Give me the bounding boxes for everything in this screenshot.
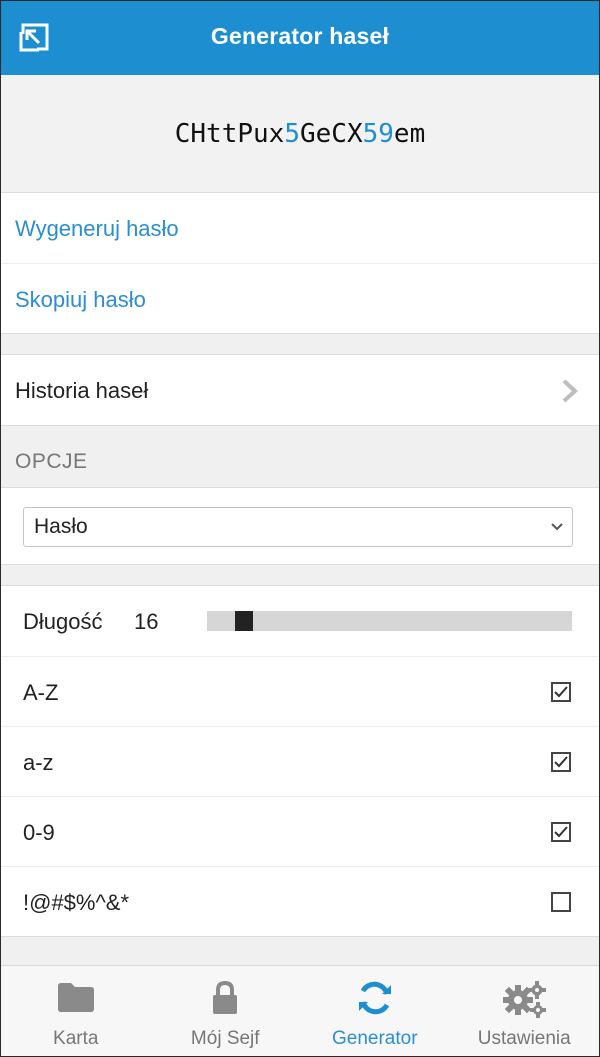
password-part: em [393, 118, 426, 149]
length-slider[interactable] [207, 611, 572, 631]
tab-karta[interactable]: Karta [1, 966, 151, 1056]
tab-label: Karta [53, 1028, 99, 1049]
select-value: Hasło [34, 515, 88, 538]
uppercase-checkbox[interactable] [551, 682, 571, 702]
copy-password-button[interactable]: Skopiuj hasło [1, 263, 599, 333]
generate-password-button[interactable]: Wygeneruj hasło [1, 193, 599, 263]
option-label: A-Z [23, 680, 59, 705]
header-bar: Generator haseł [1, 1, 599, 75]
password-part: GeCX [299, 118, 363, 149]
checkmark-icon [554, 826, 568, 838]
chevron-right-icon [562, 379, 578, 403]
password-part: 59 [362, 118, 394, 149]
tab-generator[interactable]: Generator [300, 966, 450, 1056]
options-section-label: OPCJE [15, 450, 88, 473]
length-label: Długość [23, 609, 103, 634]
option-label: !@#$%^&* [23, 890, 130, 915]
length-row: Długość 16 [1, 586, 599, 656]
tab-moj-sejf[interactable]: Mój Sejf [151, 966, 301, 1056]
refresh-icon [358, 981, 391, 1015]
checkmark-icon [554, 756, 568, 768]
options-list: Długość 16 A-Z a-z 0-9 !@#$%^&* [1, 585, 599, 937]
generated-password: CHttPux 5 GeCX 59 em [1, 75, 599, 193]
tab-ustawienia[interactable]: Ustawienia [450, 966, 600, 1056]
digits-checkbox[interactable] [551, 822, 571, 842]
option-digits: 0-9 [1, 796, 599, 866]
option-special: !@#$%^&* [1, 866, 599, 936]
app-frame: Generator haseł CHttPux 5 GeCX 59 em Wygener… [0, 0, 600, 1057]
type-select-container: Hasło [1, 487, 599, 565]
chevron-down-icon [551, 523, 563, 531]
option-label: a-z [23, 750, 54, 775]
tab-label: Ustawienia [477, 1028, 571, 1049]
special-chars-checkbox[interactable] [551, 892, 571, 912]
length-value: 16 [134, 609, 159, 634]
option-label: 0-9 [23, 820, 55, 845]
option-lowercase: a-z [1, 726, 599, 796]
folder-icon [57, 983, 94, 1012]
option-uppercase: A-Z [1, 656, 599, 726]
history-label: Historia haseł [15, 378, 149, 403]
page-title: Generator haseł [210, 23, 390, 49]
checkmark-icon [554, 686, 568, 698]
password-history-item[interactable]: Historia haseł [1, 354, 599, 426]
password-part: CHttPux [174, 118, 285, 149]
slider-thumb[interactable] [235, 611, 253, 631]
password-type-select[interactable]: Hasło [23, 507, 573, 547]
lowercase-checkbox[interactable] [551, 752, 571, 772]
bottom-tab-bar: Karta Mój Sejf Generator Ustawienia [1, 965, 600, 1056]
tab-label: Mój Sejf [190, 1028, 260, 1049]
tab-label: Generator [331, 1028, 418, 1049]
action-list: Wygeneruj hasło Skopiuj hasło [1, 193, 599, 334]
password-part: 5 [284, 118, 300, 149]
gears-icon [503, 981, 547, 1018]
lock-icon [213, 980, 238, 1014]
